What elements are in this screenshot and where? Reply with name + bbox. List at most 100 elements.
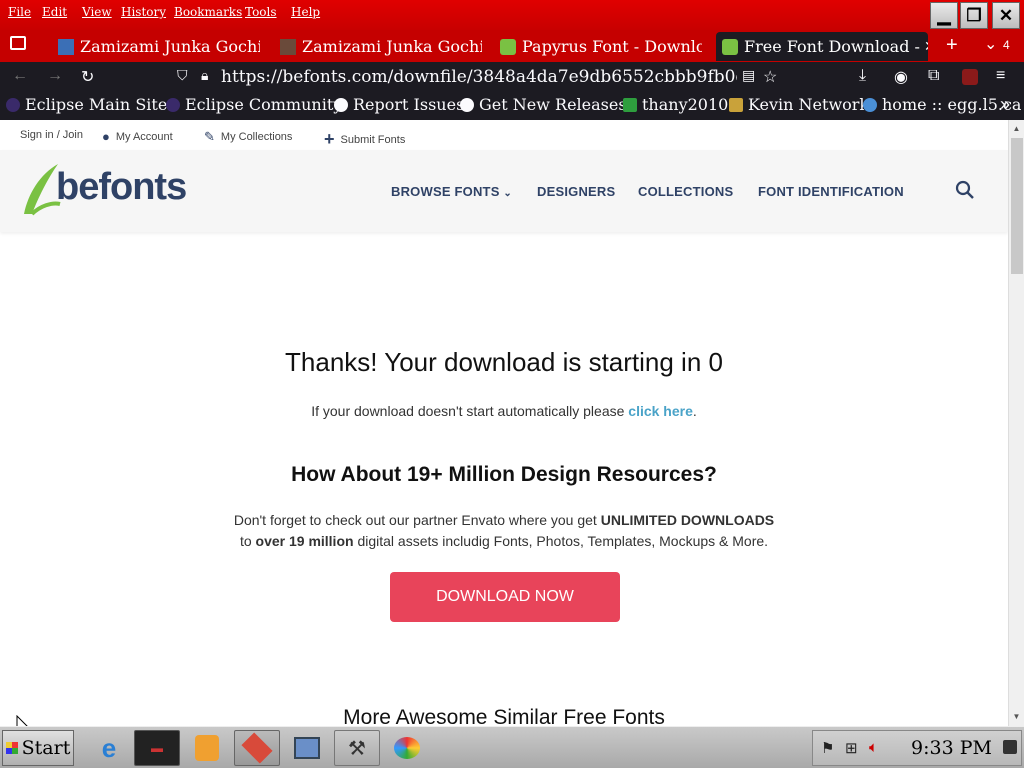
site-topbar: Sign in / Join ● My Account ✎ My Collectio… <box>0 120 1008 150</box>
nav-browse-fonts[interactable]: BROWSE FONTS ⌄ <box>391 184 512 199</box>
bookmark-label: Eclipse Main Site <box>25 95 168 114</box>
bookmark-thany2010[interactable]: thany2010 <box>623 95 728 114</box>
extensions-icon[interactable]: ⧉ <box>928 67 939 85</box>
my-collections-link[interactable]: ✎ My Collections <box>204 129 292 145</box>
shield-icon[interactable]: ⛉ <box>177 67 188 84</box>
url-input[interactable]: https://befonts.com/downfile/3848a4da7e9… <box>221 64 737 90</box>
restore-button[interactable]: ❐ <box>960 2 988 29</box>
submit-fonts-label: Submit Fonts <box>340 133 406 146</box>
menu-file[interactable]: File <box>8 5 31 19</box>
bookmark-egg[interactable]: home :: egg.l5.ca <box>863 95 1021 114</box>
download-now-button[interactable]: DOWNLOAD NOW <box>390 572 620 622</box>
account-icon[interactable]: ◉ <box>894 67 908 87</box>
bookmark-get-new-releases[interactable]: Get New Releases <box>460 95 627 114</box>
nav-designers[interactable]: DESIGNERS <box>537 184 615 199</box>
menu-view[interactable]: View <box>82 5 112 19</box>
nav-font-identification[interactable]: FONT IDENTIFICATION <box>758 184 904 199</box>
scroll-thumb[interactable] <box>1011 138 1023 274</box>
web-page: Sign in / Join ● My Account ✎ My Collectio… <box>0 120 1008 726</box>
promo-text: Don't forget to check out our partner En… <box>0 510 1008 552</box>
lock-icon[interactable]: 🔒︎ <box>201 67 208 84</box>
menu-tools[interactable]: Tools <box>245 5 277 19</box>
submit-fonts-link[interactable]: + Submit Fonts <box>324 129 405 150</box>
eclipse-icon <box>6 97 20 112</box>
click-here-link[interactable]: click here <box>628 403 693 419</box>
menu-help[interactable]: Help <box>291 5 320 19</box>
bookmark-eclipse-community[interactable]: Eclipse Community <box>166 95 342 114</box>
clock[interactable]: 9:33 PM <box>911 737 992 759</box>
tool-icon: ⚒ <box>348 737 366 760</box>
sign-in-link[interactable]: Sign in / Join <box>20 129 83 141</box>
menu-history[interactable]: History <box>121 5 166 19</box>
reload-icon[interactable]: ↻ <box>81 67 94 87</box>
bookmark-label: Get New Releases <box>479 95 627 114</box>
font-icon <box>280 38 296 55</box>
tab-manager-icon[interactable] <box>10 36 26 50</box>
ublock-icon[interactable] <box>962 69 978 85</box>
downloads-icon[interactable]: ⤓ <box>859 67 866 85</box>
taskbar-tool[interactable]: ⚒ <box>334 730 380 766</box>
start-button[interactable]: Start <box>2 730 74 766</box>
media-player-icon <box>195 735 219 761</box>
nav-collections[interactable]: COLLECTIONS <box>638 184 733 199</box>
reader-view-icon[interactable]: ▤ <box>742 67 755 84</box>
bookmark-kevin-network[interactable]: Kevin Network <box>729 95 869 114</box>
github-icon <box>334 97 348 112</box>
site-header: befonts BROWSE FONTS ⌄ DESIGNERS COLLECT… <box>0 150 1008 232</box>
list-tabs-icon[interactable]: ⌄ <box>984 34 997 54</box>
promo-line1-bold: UNLIMITED DOWNLOADS <box>600 512 775 528</box>
back-icon[interactable]: ← <box>12 67 28 85</box>
taskbar-ie[interactable]: e <box>86 730 132 766</box>
flag-icon[interactable]: ⚑ <box>821 739 834 757</box>
taskbar-computer[interactable] <box>284 730 330 766</box>
close-tab-icon[interactable]: ✕ <box>924 39 928 55</box>
eclipse-icon <box>166 97 180 112</box>
bookmarks-overflow-icon[interactable]: » <box>1000 94 1010 115</box>
tab-count: 4 <box>1003 38 1010 52</box>
network-icon[interactable]: ⊞ <box>845 739 858 757</box>
befonts-icon <box>500 38 516 55</box>
bookmarks-bar: Eclipse Main Site Eclipse Community Repo… <box>0 92 1024 120</box>
tab-3[interactable]: Papyrus Font - Downlo ✕ <box>496 32 702 61</box>
new-tab-button[interactable]: + <box>946 34 958 57</box>
close-button[interactable]: ✕ <box>992 2 1020 29</box>
tab-title: Zamizami Junka Gochiz <box>80 37 260 56</box>
bookmark-star-icon[interactable]: ☆ <box>763 67 777 87</box>
nav-browse-fonts-label: BROWSE FONTS <box>391 184 500 199</box>
app-menu-icon[interactable]: ≡ <box>996 67 1005 85</box>
taskbar-terminal[interactable]: ▬ <box>134 730 180 766</box>
promo-line2-bold: over 19 million <box>255 533 354 549</box>
pin-icon: ✎ <box>204 129 215 144</box>
github-icon <box>460 97 474 112</box>
taskbar-paint[interactable] <box>384 730 430 766</box>
similar-fonts-heading: More Awesome Similar Free Fonts <box>343 706 665 726</box>
menu-edit[interactable]: Edit <box>42 5 67 19</box>
scroll-down-icon[interactable]: ▼ <box>1009 708 1024 724</box>
bookmark-report-issues[interactable]: Report Issues <box>334 95 464 114</box>
taskbar-media[interactable] <box>184 730 230 766</box>
page-scrollbar[interactable]: ▲ ▼ <box>1008 120 1024 726</box>
tab-1[interactable]: Zamizami Junka Gochiz ✕ <box>54 32 260 61</box>
bookmark-label: thany2010 <box>642 95 729 114</box>
promo-line2-prefix: to <box>239 533 256 549</box>
site-logo[interactable]: befonts <box>56 166 187 209</box>
taskbar-app-active[interactable] <box>234 730 280 766</box>
show-desktop-icon[interactable] <box>1003 740 1017 754</box>
green-icon <box>623 97 637 112</box>
volume-muted-icon[interactable]: 🔈︎ <box>869 739 878 756</box>
tab-4-active[interactable]: Free Font Download - ✕ <box>716 32 928 61</box>
tab-title: Free Font Download - <box>744 37 920 56</box>
scroll-up-icon[interactable]: ▲ <box>1009 120 1024 136</box>
tab-2[interactable]: Zamizami Junka Gochiz ✕ <box>276 32 482 61</box>
search-icon[interactable] <box>955 180 975 200</box>
yellow-icon <box>729 97 743 112</box>
plus-icon: + <box>324 129 335 149</box>
menu-bookmarks[interactable]: Bookmarks <box>174 5 242 19</box>
minimize-button[interactable]: ▁ <box>930 2 958 29</box>
my-collections-label: My Collections <box>220 131 293 143</box>
bookmark-label: Eclipse Community <box>185 95 343 114</box>
my-account-link[interactable]: ● My Account <box>102 129 173 144</box>
bookmark-eclipse-main[interactable]: Eclipse Main Site <box>6 95 167 114</box>
forward-icon[interactable]: → <box>47 67 63 85</box>
menu-bar: File Edit View History Bookmarks Tools H… <box>0 0 1024 30</box>
